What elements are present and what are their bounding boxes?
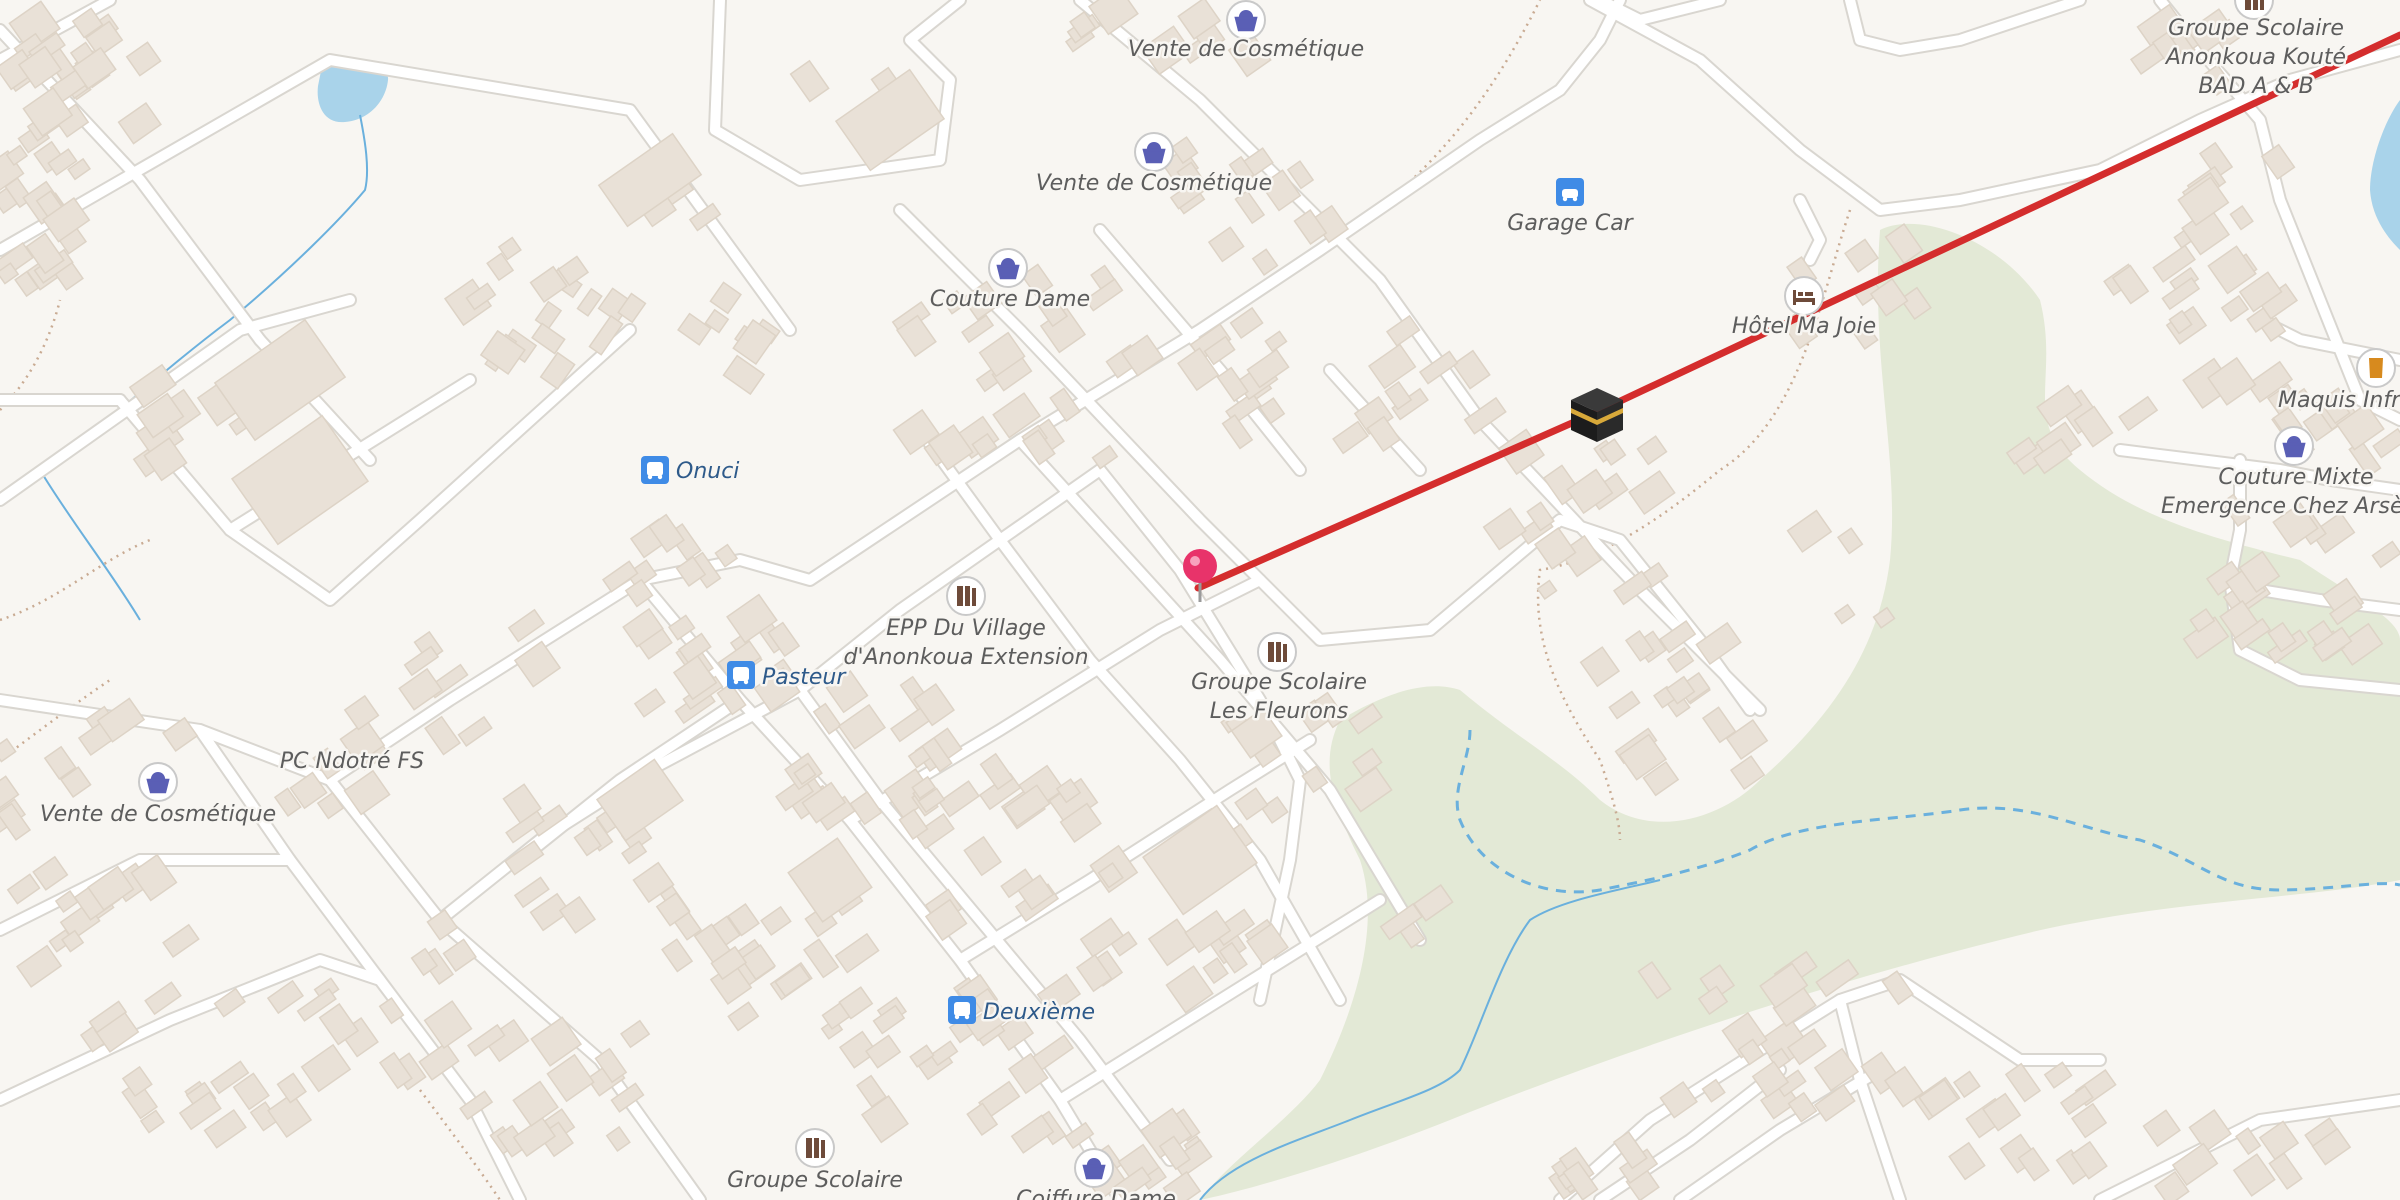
poi-label-line: d'Anonkoua Extension bbox=[843, 645, 1088, 670]
school-icon[interactable] bbox=[1257, 632, 1297, 672]
poi-label-line: Garage Car bbox=[1507, 211, 1634, 236]
poi-label: Groupe Scolaire bbox=[727, 1168, 903, 1193]
poi-label-line: Deuxième bbox=[983, 1000, 1095, 1025]
poi-label-line: Vente de Cosmétique bbox=[1128, 37, 1364, 62]
poi-pc[interactable]: PC Ndotré FS bbox=[277, 747, 426, 777]
shopping-basket-icon[interactable] bbox=[1226, 0, 1266, 40]
poi-label-line: Groupe Scolaire bbox=[2168, 16, 2344, 41]
poi-label-line: Les Fleurons bbox=[1210, 699, 1348, 724]
bus-stop-icon[interactable] bbox=[727, 661, 755, 689]
poi-deuxieme[interactable]: Deuxième bbox=[948, 996, 1098, 1028]
poi-label: Couture Dame bbox=[930, 287, 1090, 312]
poi-label: Vente de Cosmétique bbox=[40, 802, 276, 827]
poi-label: Garage Car bbox=[1507, 211, 1634, 236]
poi-label-line: PC Ndotré FS bbox=[280, 749, 424, 774]
poi-label: Vente de Cosmétique bbox=[1128, 37, 1364, 62]
poi-label: PC Ndotré FS bbox=[280, 749, 424, 774]
shopping-basket-icon[interactable] bbox=[1134, 132, 1174, 172]
shopping-basket-icon[interactable] bbox=[138, 762, 178, 802]
poi-label: Pasteur bbox=[762, 665, 847, 690]
poi-label-line: Hôtel Ma Joie bbox=[1732, 314, 1876, 339]
map-canvas[interactable]: Vente de Cosmétique Vente de Cosmétique Co… bbox=[0, 0, 2400, 1200]
poi-label-line: Coiffure Dame bbox=[1016, 1187, 1176, 1200]
poi-label: Vente de Cosmétique bbox=[1036, 171, 1272, 196]
shopping-basket-icon[interactable] bbox=[988, 248, 1028, 288]
poi-label-line: Couture Mixte bbox=[2218, 465, 2373, 490]
poi-label: Deuxième bbox=[983, 1000, 1095, 1025]
school-icon[interactable] bbox=[795, 1128, 835, 1168]
poi-label-line: Groupe Scolaire bbox=[727, 1168, 903, 1193]
poi-onuci[interactable]: Onuci bbox=[641, 456, 742, 487]
shopping-basket-icon[interactable] bbox=[1074, 1148, 1114, 1188]
poi-label: Coiffure Dame bbox=[1016, 1187, 1176, 1200]
poi-label-line: Emergence Chez Arsène bbox=[2161, 494, 2400, 519]
car-icon[interactable] bbox=[1556, 178, 1584, 206]
poi-label-line: Couture Dame bbox=[930, 287, 1090, 312]
poi-label-line: BAD A & B bbox=[2198, 74, 2313, 99]
poi-label-line: EPP Du Village bbox=[886, 616, 1046, 641]
poi-label: Maquis Infro bbox=[2278, 388, 2400, 413]
bus-stop-icon[interactable] bbox=[641, 456, 669, 484]
poi-label-line: Vente de Cosmétique bbox=[40, 802, 276, 827]
poi-label-line: Groupe Scolaire bbox=[1191, 670, 1367, 695]
shopping-basket-icon[interactable] bbox=[2274, 426, 2314, 466]
poi-label: Hôtel Ma Joie bbox=[1732, 314, 1876, 339]
drink-icon[interactable] bbox=[2356, 348, 2396, 388]
poi-label-line: Onuci bbox=[676, 459, 739, 484]
poi-label: Onuci bbox=[676, 459, 739, 484]
poi-label-line: Maquis Infro bbox=[2278, 388, 2400, 413]
poi-label-line: Pasteur bbox=[762, 665, 847, 690]
poi-label-line: Vente de Cosmétique bbox=[1036, 171, 1272, 196]
bus-stop-icon[interactable] bbox=[948, 996, 976, 1024]
school-icon[interactable] bbox=[946, 576, 986, 616]
bed-icon[interactable] bbox=[1784, 276, 1824, 316]
poi-label-line: Anonkoua Kouté bbox=[2164, 45, 2346, 70]
poi-pasteur[interactable]: Pasteur bbox=[727, 661, 850, 693]
